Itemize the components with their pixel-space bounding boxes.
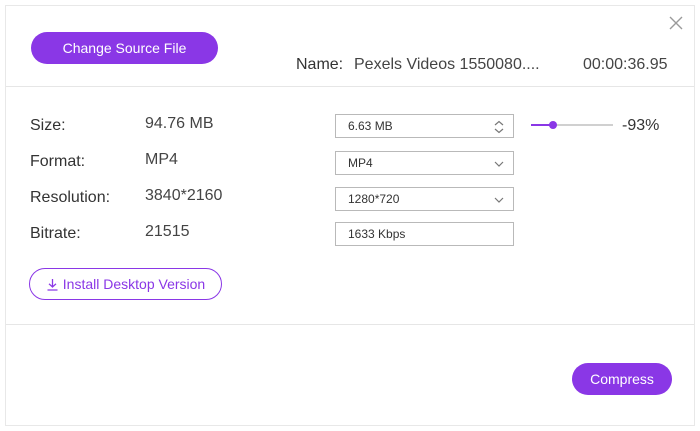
format-original-value: MP4	[145, 151, 178, 168]
bitrate-target-value: 1633 Kbps	[348, 227, 406, 241]
download-icon	[47, 278, 58, 291]
size-original-value: 94.76 MB	[145, 115, 214, 132]
resolution-label: Resolution:	[30, 189, 111, 206]
size-target-input[interactable]: 6.63 MB	[335, 114, 514, 138]
compress-button[interactable]: Compress	[572, 363, 672, 395]
file-name-value: Pexels Videos 1550080....	[354, 56, 540, 73]
resolution-original-value: 3840*2160	[145, 187, 223, 204]
bitrate-input[interactable]: 1633 Kbps	[335, 222, 514, 246]
resolution-select[interactable]: 1280*720	[335, 187, 514, 211]
size-label: Size:	[30, 117, 66, 134]
change-source-file-button[interactable]: Change Source File	[31, 32, 218, 64]
slider-thumb[interactable]	[549, 121, 557, 129]
format-label: Format:	[30, 153, 86, 170]
install-desktop-version-label: Install Desktop Version	[62, 276, 206, 292]
footer-divider	[6, 324, 694, 325]
format-select[interactable]: MP4	[335, 151, 514, 175]
bitrate-label: Bitrate:	[30, 225, 81, 242]
size-reduction-percent: -93%	[622, 117, 660, 134]
header-divider	[6, 86, 694, 87]
size-slider[interactable]	[531, 116, 613, 134]
format-selected-value: MP4	[348, 156, 373, 170]
spinner-arrows-icon[interactable]	[493, 120, 505, 134]
close-icon	[669, 16, 683, 30]
size-target-value: 6.63 MB	[348, 119, 393, 133]
close-button[interactable]	[668, 15, 684, 31]
chevron-down-icon	[494, 161, 504, 167]
bitrate-original-value: 21515	[145, 223, 190, 240]
chevron-down-icon	[494, 197, 504, 203]
file-name-label: Name:	[296, 56, 344, 73]
resolution-selected-value: 1280*720	[348, 192, 400, 206]
duration-value: 00:00:36.95	[583, 56, 668, 73]
install-desktop-version-button[interactable]: Install Desktop Version	[29, 268, 222, 300]
